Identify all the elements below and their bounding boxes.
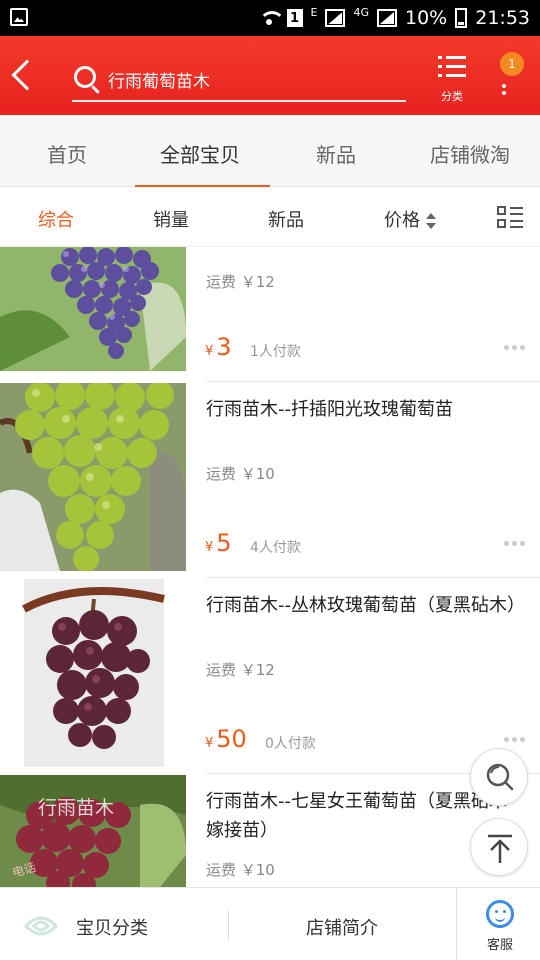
notification-badge: 1 (500, 52, 524, 76)
tab-home[interactable]: 首页 (47, 139, 87, 168)
price-value: 50 (216, 725, 247, 753)
bottom-bar: 宝贝分类 店铺简介 客服 (0, 887, 540, 960)
shop-logo-icon (23, 916, 59, 936)
product-list: 运费 ￥12 ¥3 1人付款 行雨苗木--扦插阳光玫瑰葡萄苗 运费 ￥10 ¥ … (0, 247, 540, 887)
currency-symbol: ¥ (205, 736, 214, 751)
currency-symbol: ¥ (205, 344, 214, 359)
divider (206, 381, 540, 382)
product-price: ¥50 (205, 725, 247, 753)
sort-comprehensive[interactable]: 综合 (38, 206, 74, 232)
search-icon (74, 66, 96, 88)
sort-sales[interactable]: 销量 (153, 206, 189, 232)
shipping-fee: 运费 ￥12 (206, 661, 275, 679)
network-4g-label: 4G (353, 5, 369, 19)
list-icon (438, 56, 466, 78)
grid-list-toggle-icon[interactable] (497, 206, 523, 230)
product-title[interactable]: 行雨苗木--扦插阳光玫瑰葡萄苗 (206, 395, 522, 424)
customer-service-button[interactable]: 客服 (470, 900, 530, 953)
shipping-fee: 运费 ￥12 (206, 273, 275, 291)
similar-search-button[interactable] (470, 748, 528, 806)
search-bar[interactable]: 行雨葡萄苗木 (72, 62, 406, 102)
currency-symbol: ¥ (205, 540, 214, 555)
sales-count: 0人付款 (265, 736, 316, 752)
back-to-top-button[interactable] (470, 818, 528, 876)
sort-bar: 综合 销量 新品 价格 (0, 187, 540, 247)
image-watermark: 行雨苗木 (38, 797, 115, 819)
sim-indicator: 1 (286, 9, 303, 27)
shop-tabs: 首页 全部宝贝 新品 店铺微淘 (0, 115, 540, 187)
tab-new[interactable]: 新品 (316, 139, 356, 168)
shipping-fee: 运费 ￥10 (206, 465, 275, 483)
product-item[interactable]: 行雨苗木--扦插阳光玫瑰葡萄苗 运费 ￥10 ¥5 4人付款 (0, 383, 540, 579)
item-category-button[interactable]: 宝贝分类 (76, 914, 148, 940)
sort-price-label: 价格 (384, 210, 420, 231)
arrow-up-icon (488, 834, 512, 863)
divider (228, 910, 229, 940)
signal-icon (325, 9, 346, 27)
shipping-fee: 运费 ￥10 (206, 861, 275, 879)
product-price: ¥5 (205, 529, 232, 557)
sort-arrows-icon (426, 213, 436, 229)
product-item[interactable]: 行雨苗木 电话 行雨苗木--七星女王葡萄苗（夏黑砧木嫁接苗） 运费 ￥10 (0, 775, 540, 887)
tab-weitao[interactable]: 店铺微淘 (430, 139, 510, 168)
product-image[interactable] (0, 247, 186, 371)
more-dots-icon (502, 84, 506, 102)
shop-header: 行雨葡萄苗木 分类 1 (0, 36, 540, 115)
divider (456, 888, 457, 960)
product-image[interactable] (0, 383, 186, 571)
product-price: ¥3 (205, 333, 232, 361)
product-item[interactable]: 行雨苗木--丛林玫瑰葡萄苗（夏黑砧木） 运费 ￥12 ¥50 0人付款 (0, 579, 540, 775)
status-bar: 1 E 4G 10% 21:53 (0, 0, 540, 36)
wifi-icon (258, 9, 285, 27)
category-label: 分类 (441, 90, 463, 103)
gallery-notification-icon (10, 8, 28, 26)
status-indicators: 1 E 4G 10% 21:53 (258, 5, 530, 30)
product-image[interactable]: 行雨苗木 电话 (0, 775, 186, 887)
shop-intro-button[interactable]: 店铺简介 (306, 914, 378, 940)
scan-search-icon (486, 763, 514, 791)
network-type-label: E (310, 5, 318, 19)
category-button[interactable]: 分类 (428, 56, 476, 108)
item-more-icon[interactable] (504, 541, 528, 547)
sales-count: 1人付款 (250, 344, 301, 360)
sort-new[interactable]: 新品 (268, 206, 304, 232)
clock: 21:53 (475, 7, 530, 29)
product-item[interactable]: 运费 ￥12 ¥3 1人付款 (0, 247, 540, 382)
customer-service-label: 客服 (486, 938, 513, 953)
sort-price[interactable]: 价格 (384, 206, 436, 232)
battery-icon (455, 8, 468, 28)
item-more-icon[interactable] (504, 737, 528, 743)
price-value: 5 (216, 529, 232, 557)
back-arrow-icon[interactable] (11, 59, 43, 91)
tab-all-items[interactable]: 全部宝贝 (160, 139, 240, 168)
more-menu-button[interactable]: 1 (496, 52, 526, 106)
search-input[interactable]: 行雨葡萄苗木 (108, 67, 210, 92)
sales-count: 4人付款 (250, 540, 301, 556)
divider (206, 577, 540, 578)
signal-icon-2 (377, 9, 397, 27)
battery-percent: 10% (405, 7, 448, 29)
chat-smile-icon (486, 900, 514, 928)
product-title[interactable]: 行雨苗木--丛林玫瑰葡萄苗（夏黑砧木） (206, 591, 525, 620)
price-value: 3 (216, 333, 232, 361)
product-image[interactable] (0, 579, 186, 767)
item-more-icon[interactable] (504, 345, 528, 351)
